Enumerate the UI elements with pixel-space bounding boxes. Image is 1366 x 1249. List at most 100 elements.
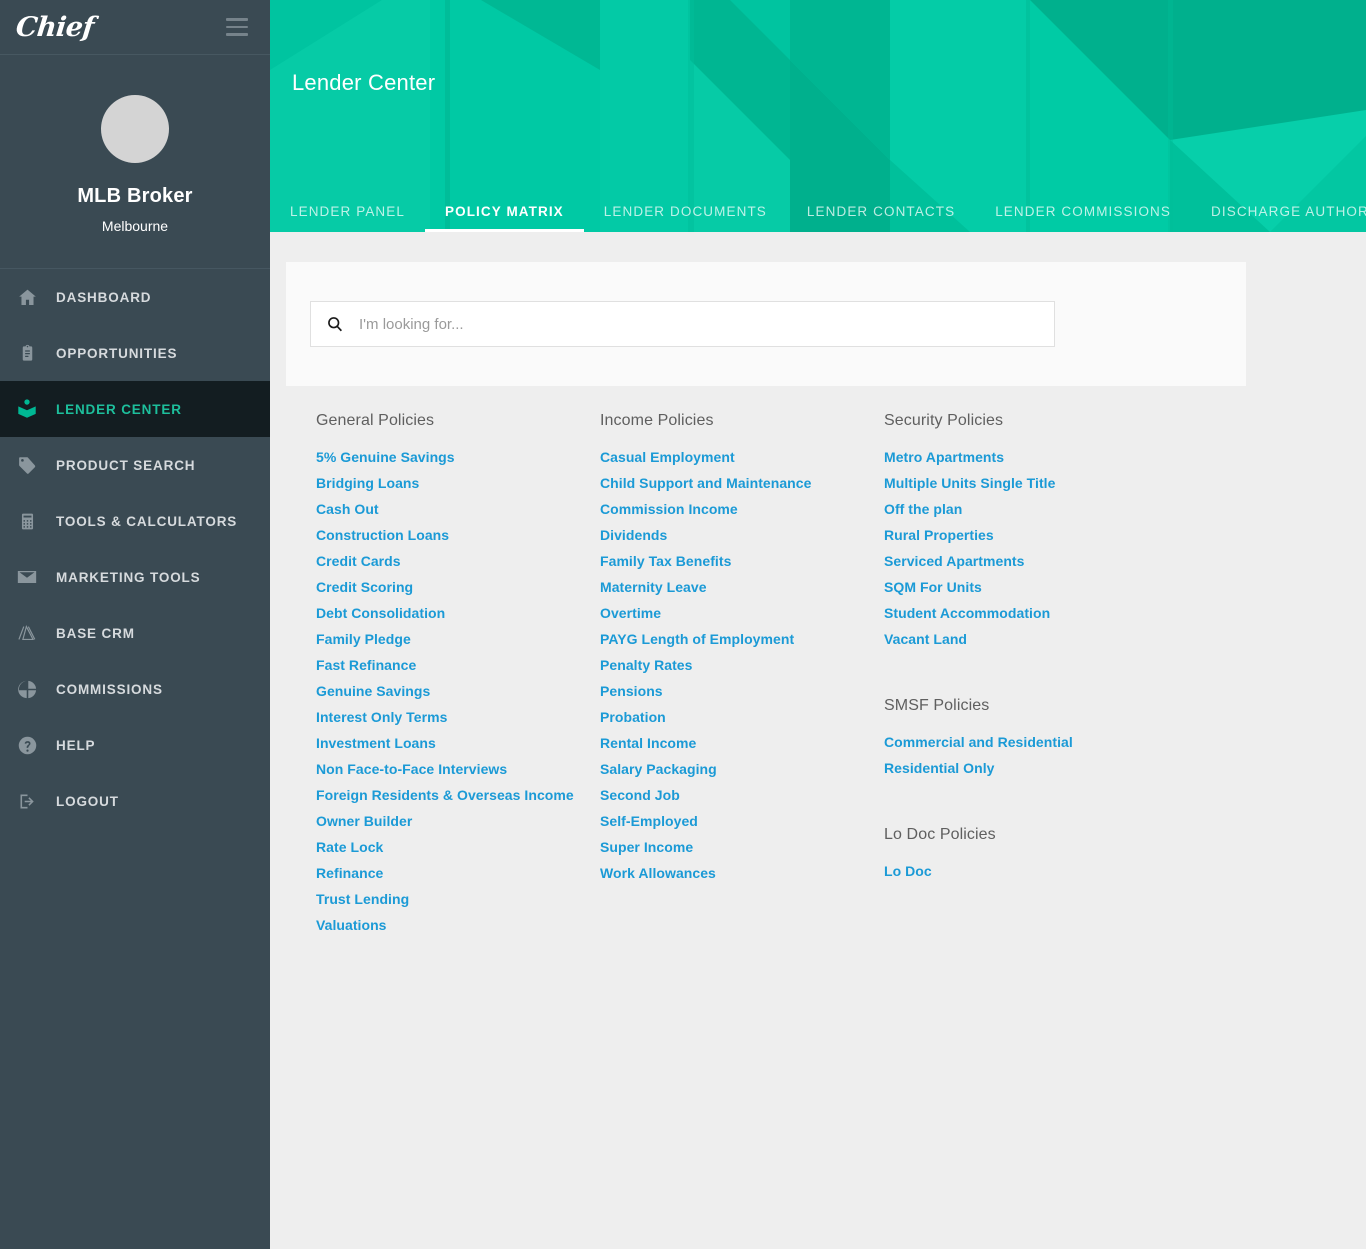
lender-book-icon [16, 398, 38, 420]
policy-link[interactable]: Rate Lock [316, 834, 600, 860]
policy-link[interactable]: Family Tax Benefits [600, 548, 884, 574]
policy-link[interactable]: Pensions [600, 678, 884, 704]
tab-policy-matrix[interactable]: POLICY MATRIX [424, 190, 584, 232]
policy-link[interactable]: Genuine Savings [316, 678, 600, 704]
policy-group-income: Income Policies Casual Employment Child … [600, 412, 884, 886]
tab-lender-documents[interactable]: LENDER DOCUMENTS [584, 190, 787, 232]
policy-group-smsf: SMSF Policies Commercial and Residential… [884, 697, 1168, 781]
policy-link[interactable]: Credit Scoring [316, 574, 600, 600]
sidebar-item-commissions[interactable]: COMMISSIONS [0, 661, 270, 717]
policy-link[interactable]: Second Job [600, 782, 884, 808]
policy-link[interactable]: Refinance [316, 860, 600, 886]
clipboard-icon [16, 342, 38, 364]
app-root: Chief MLB Broker Melbourne DASHBOARD OPP… [0, 0, 1366, 1249]
user-profile: MLB Broker Melbourne [0, 55, 270, 268]
sidebar-item-label: COMMISSIONS [56, 681, 163, 697]
tab-discharge-authorities[interactable]: DISCHARGE AUTHORITIES [1191, 190, 1366, 232]
policy-link[interactable]: Investment Loans [316, 730, 600, 756]
avatar [101, 95, 169, 163]
sidebar-item-help[interactable]: HELP [0, 717, 270, 773]
tab-label: POLICY MATRIX [444, 203, 564, 219]
policy-link[interactable]: Fast Refinance [316, 652, 600, 678]
home-icon [16, 286, 38, 308]
hamburger-bar [226, 33, 248, 36]
policy-link[interactable]: Penalty Rates [600, 652, 884, 678]
brand-logo[interactable]: Chief [14, 12, 95, 43]
policy-link[interactable]: Rural Properties [884, 522, 1168, 548]
tag-icon [16, 454, 38, 476]
policy-link[interactable]: Bridging Loans [316, 470, 600, 496]
policy-link[interactable]: Salary Packaging [600, 756, 884, 782]
policy-link[interactable]: Construction Loans [316, 522, 600, 548]
policy-link[interactable]: Work Allowances [600, 860, 884, 886]
policy-link[interactable]: Trust Lending [316, 886, 600, 912]
policy-column-income: Income Policies Casual Employment Child … [600, 412, 884, 938]
sidebar-item-tools-calculators[interactable]: TOOLS & CALCULATORS [0, 493, 270, 549]
policy-link[interactable]: Commercial and Residential [884, 729, 1168, 755]
policy-link[interactable]: Serviced Apartments [884, 548, 1168, 574]
sidebar-item-label: LENDER CENTER [56, 401, 182, 417]
policy-columns: General Policies 5% Genuine Savings Brid… [270, 386, 1366, 938]
policy-link[interactable]: Family Pledge [316, 626, 600, 652]
hamburger-icon[interactable] [226, 18, 248, 36]
tab-lender-contacts[interactable]: LENDER CONTACTS [787, 190, 975, 232]
policy-link[interactable]: Interest Only Terms [316, 704, 600, 730]
sidebar-item-dashboard[interactable]: DASHBOARD [0, 269, 270, 325]
envelope-icon [16, 566, 38, 588]
policy-group-general: General Policies 5% Genuine Savings Brid… [316, 412, 600, 938]
policy-link[interactable]: Casual Employment [600, 444, 884, 470]
search-icon [325, 314, 345, 334]
policy-link[interactable]: Foreign Residents & Overseas Income [316, 782, 600, 808]
policy-link[interactable]: Off the plan [884, 496, 1168, 522]
policy-column-security: Security Policies Metro Apartments Multi… [884, 412, 1168, 938]
policy-link[interactable]: Multiple Units Single Title [884, 470, 1168, 496]
group-title: Income Policies [600, 412, 714, 429]
sidebar-item-base-crm[interactable]: BASE CRM [0, 605, 270, 661]
tab-lender-panel[interactable]: LENDER PANEL [270, 190, 425, 232]
policy-group-security: Security Policies Metro Apartments Multi… [884, 412, 1168, 652]
sidebar-item-logout[interactable]: LOGOUT [0, 773, 270, 829]
policy-link[interactable]: Debt Consolidation [316, 600, 600, 626]
profile-location: Melbourne [101, 218, 169, 234]
group-title: SMSF Policies [884, 697, 990, 714]
policy-link[interactable]: SQM For Units [884, 574, 1168, 600]
policy-link[interactable]: Commission Income [600, 496, 884, 522]
policy-link[interactable]: Overtime [600, 600, 884, 626]
policy-link[interactable]: Credit Cards [316, 548, 600, 574]
profile-name: MLB Broker [77, 185, 193, 207]
policy-link[interactable]: Probation [600, 704, 884, 730]
hamburger-bar [226, 18, 248, 21]
search-input[interactable] [359, 315, 1040, 333]
policy-link[interactable]: Super Income [600, 834, 884, 860]
group-title: Security Policies [884, 412, 1004, 429]
policy-link[interactable]: PAYG Length of Employment [600, 626, 884, 652]
policy-link[interactable]: Maternity Leave [600, 574, 884, 600]
sidebar-item-opportunities[interactable]: OPPORTUNITIES [0, 325, 270, 381]
sidebar-header: Chief [0, 0, 270, 55]
search-box[interactable] [310, 301, 1055, 347]
group-title: Lo Doc Policies [884, 826, 996, 843]
policy-link[interactable]: 5% Genuine Savings [316, 444, 600, 470]
policy-link[interactable]: Owner Builder [316, 808, 600, 834]
policy-group-lodoc: Lo Doc Policies Lo Doc [884, 826, 1168, 884]
page-title: Lender Center [292, 70, 436, 95]
tab-lender-commissions[interactable]: LENDER COMMISSIONS [975, 190, 1191, 232]
policy-link[interactable]: Student Accommodation [884, 600, 1168, 626]
sidebar-item-marketing-tools[interactable]: MARKETING TOOLS [0, 549, 270, 605]
calculator-icon [16, 510, 38, 532]
policy-link[interactable]: Child Support and Maintenance [600, 470, 884, 496]
policy-link[interactable]: Residential Only [884, 755, 1168, 781]
policy-link[interactable]: Non Face-to-Face Interviews [316, 756, 600, 782]
sidebar-item-product-search[interactable]: PRODUCT SEARCH [0, 437, 270, 493]
base-crm-icon [16, 622, 38, 644]
policy-link[interactable]: Dividends [600, 522, 884, 548]
sidebar-item-lender-center[interactable]: LENDER CENTER [0, 381, 270, 437]
policy-link[interactable]: Rental Income [600, 730, 884, 756]
policy-link[interactable]: Cash Out [316, 496, 600, 522]
policy-link[interactable]: Metro Apartments [884, 444, 1168, 470]
policy-link[interactable]: Vacant Land [884, 626, 1168, 652]
policy-link[interactable]: Lo Doc [884, 858, 1168, 884]
policy-link[interactable]: Self-Employed [600, 808, 884, 834]
policy-link[interactable]: Valuations [316, 912, 600, 938]
policy-matrix-content: General Policies 5% Genuine Savings Brid… [270, 232, 1366, 938]
